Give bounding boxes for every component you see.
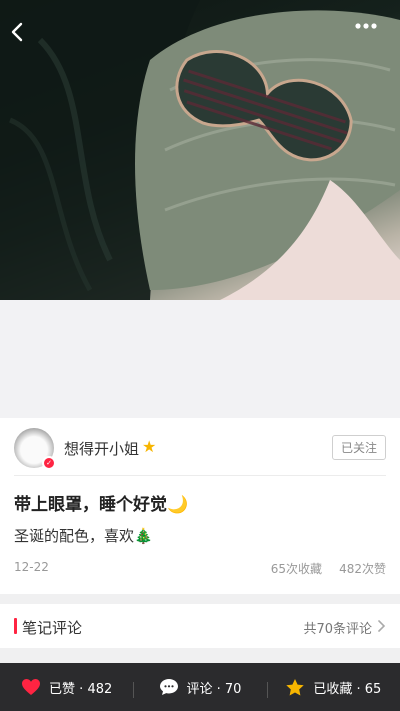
comments-title: 笔记评论: [22, 619, 83, 637]
star-icon: [286, 678, 305, 695]
collect-count: 65次收藏: [270, 562, 322, 576]
author-avatar[interactable]: ✓: [14, 428, 56, 470]
section-accent-bar: [14, 618, 17, 634]
more-icon: [355, 23, 377, 29]
note-card: ✓ 想得开小姐 ★ 已关注 带上眼罩，睡个好觉🌙 圣诞的配色，喜欢🎄 12-22…: [0, 418, 400, 594]
verified-badge-icon: ✓: [42, 456, 56, 470]
star-badge-icon: ★: [142, 437, 157, 456]
divider: [14, 475, 386, 476]
like-count: 482次赞: [339, 562, 386, 576]
note-date: 12-22: [14, 560, 49, 574]
like-label: 已赞 · 482: [49, 681, 113, 697]
comments-header: 笔记评论 共70条评论: [0, 604, 400, 648]
heart-icon: [22, 679, 41, 695]
back-button[interactable]: [10, 22, 46, 58]
collect-label: 已收藏 · 65: [313, 681, 382, 697]
chevron-right-icon[interactable]: [377, 619, 386, 633]
comment-label: 评论 · 70: [186, 681, 242, 697]
more-button[interactable]: [354, 22, 390, 58]
note-photo[interactable]: [0, 0, 400, 300]
note-title: 带上眼罩，睡个好觉🌙: [14, 495, 189, 515]
like-button[interactable]: 已赞 · 482: [0, 678, 133, 697]
comment-icon: [159, 679, 178, 695]
collect-button[interactable]: 已收藏 · 65: [266, 678, 400, 698]
photo-illustration: [0, 0, 400, 300]
note-body: 圣诞的配色，喜欢🎄: [14, 527, 153, 545]
comment-button[interactable]: 评论 · 70: [133, 678, 266, 698]
image-spacer: [0, 300, 400, 418]
bottom-action-bar: 已赞 · 482 评论 · 70 已收藏 · 65: [0, 663, 400, 711]
comments-total-link[interactable]: 共70条评论: [303, 618, 372, 637]
author-name[interactable]: 想得开小姐: [64, 438, 139, 459]
back-icon: [11, 22, 23, 42]
follow-button[interactable]: 已关注: [331, 435, 386, 460]
